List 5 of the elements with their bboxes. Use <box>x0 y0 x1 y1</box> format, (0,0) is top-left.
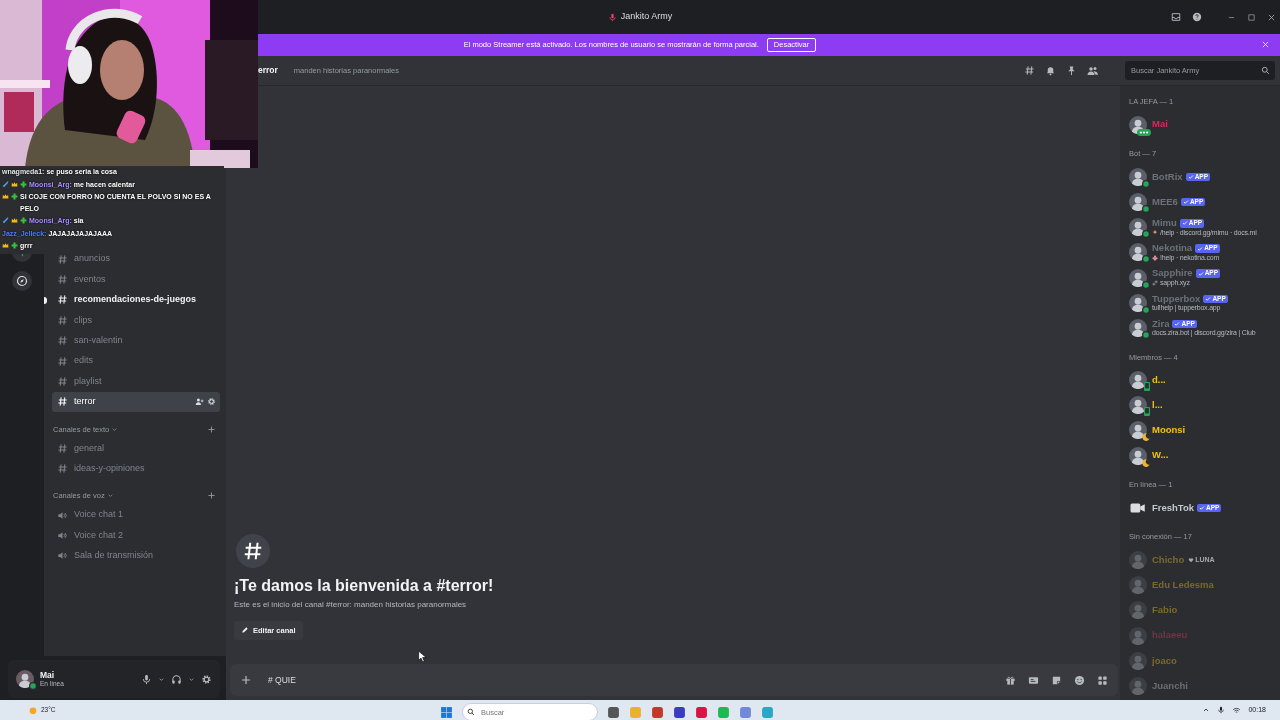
user-name: Mai <box>40 670 56 681</box>
window-title: Jankito Army <box>620 10 673 24</box>
channel-title: error <box>258 64 278 77</box>
welcome-text: Este es el inicio del canal #terror: manden historias paranormales <box>234 598 468 611</box>
welcome-title: ¡Te damos la bienvenida a #terror! <box>234 575 495 595</box>
